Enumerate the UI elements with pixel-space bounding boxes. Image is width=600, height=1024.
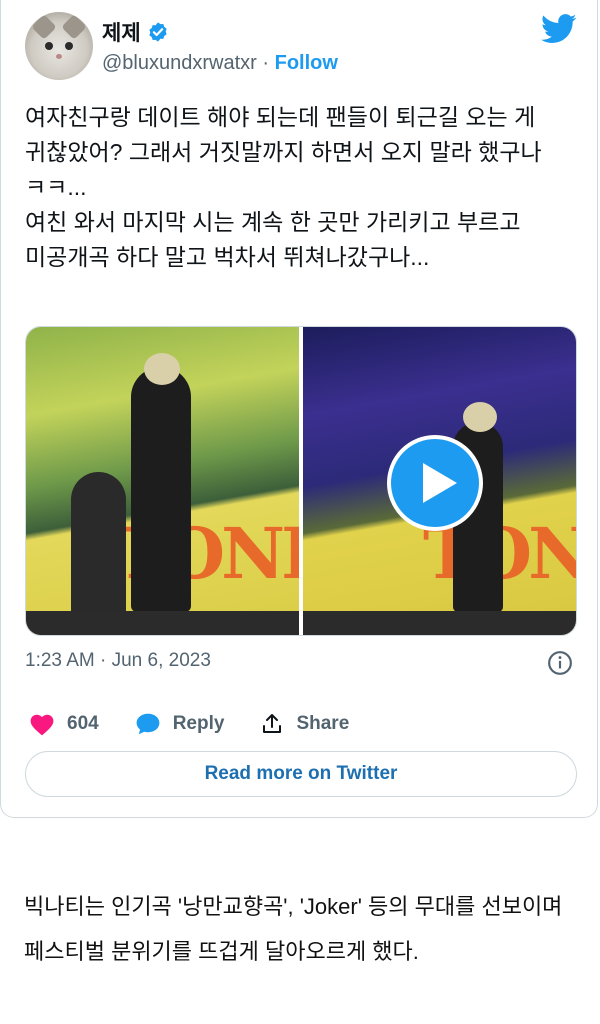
share-upload-icon xyxy=(263,714,282,733)
cat-nose xyxy=(56,54,62,59)
reply-button[interactable]: Reply xyxy=(135,712,225,736)
separator-dot: · xyxy=(262,52,270,74)
photographer-figure xyxy=(71,472,126,617)
like-button[interactable]: 604 xyxy=(29,712,99,736)
tweet-actions: 604 Reply Share xyxy=(29,708,385,740)
cat-eye-left xyxy=(45,42,53,50)
read-more-button[interactable]: Read more on Twitter xyxy=(25,751,577,797)
avatar[interactable] xyxy=(25,12,93,80)
tweet-media[interactable]: TONE TONE xyxy=(25,326,577,636)
share-label: Share xyxy=(296,713,350,734)
tweet-text: 여자친구랑 데이트 해야 되는데 팬들이 퇴근길 오는 게 귀찮았어? 그래서 … xyxy=(25,104,542,270)
handle[interactable]: @bluxundxrwatxr xyxy=(102,52,257,74)
like-count: 604 xyxy=(67,713,99,734)
share-button[interactable]: Share xyxy=(260,712,349,736)
verified-badge-icon xyxy=(149,22,167,42)
heart-icon xyxy=(30,714,54,736)
handle-row: @bluxundxrwatxr · Follow xyxy=(102,52,338,75)
play-video-button[interactable] xyxy=(387,435,483,531)
tweet-embed-card: 제제 @bluxundxrwatxr · Follow 여자친구랑 데이트 해야… xyxy=(0,0,598,818)
tweet-timestamp[interactable]: 1:23 AM · Jun 6, 2023 xyxy=(25,650,211,672)
stage-floor xyxy=(26,611,299,635)
performer-figure xyxy=(131,367,191,612)
cat-ear-right xyxy=(61,14,87,40)
stage-floor-right xyxy=(303,611,576,635)
cat-ear-left xyxy=(31,14,57,40)
reply-label: Reply xyxy=(172,713,225,734)
cat-eye-right xyxy=(65,42,73,50)
author-name[interactable]: 제제 xyxy=(102,17,169,47)
follow-link[interactable]: Follow xyxy=(275,52,338,74)
info-icon[interactable] xyxy=(547,650,573,676)
play-icon xyxy=(423,463,457,503)
performer-hair xyxy=(144,353,180,385)
display-name[interactable]: 제제 xyxy=(102,17,141,47)
media-photo-left[interactable]: TONE xyxy=(26,327,299,635)
performer-hair-right xyxy=(463,402,497,432)
twitter-bird-icon[interactable] xyxy=(541,14,577,44)
article-paragraph: 빅나티는 인기곡 '낭만교향곡', 'Joker' 등의 무대를 선보이며 페스… xyxy=(24,894,563,964)
reply-bubble-icon xyxy=(136,713,160,735)
